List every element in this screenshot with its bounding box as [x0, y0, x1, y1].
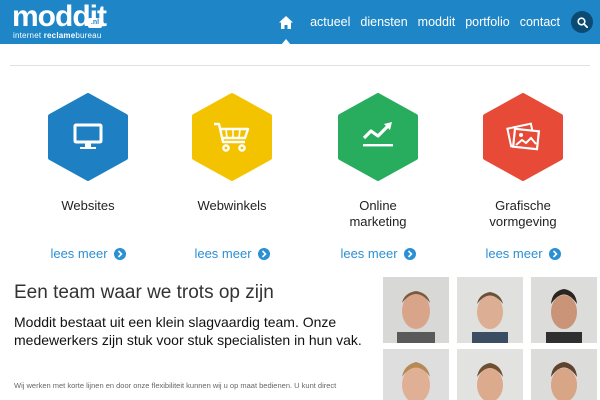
service-hexagon[interactable]	[190, 93, 274, 181]
service-webwinkels: Webwinkels lees meer	[172, 93, 292, 261]
team-member-photo[interactable]	[383, 277, 449, 343]
person-avatar-icon	[383, 349, 449, 400]
logo-badge: .nl	[88, 18, 102, 28]
team-member-photo[interactable]	[383, 349, 449, 400]
lees-meer-link[interactable]: lees meer	[172, 246, 292, 261]
lees-meer-link[interactable]: lees meer	[28, 246, 148, 261]
service-grafische-vormgeving: Grafische vormgeving lees meer	[463, 93, 583, 261]
lees-meer-link[interactable]: lees meer	[463, 246, 583, 261]
lees-meer-link[interactable]: lees meer	[318, 246, 438, 261]
chevron-right-icon	[113, 247, 126, 260]
main-nav: actueel diensten moddit portfolio contac…	[271, 0, 600, 45]
team-heading: Een team waar we trots op zijn	[14, 282, 274, 303]
team-member-photo[interactable]	[457, 349, 523, 400]
logo-wordmark: moddit	[12, 0, 107, 33]
team-member-photo[interactable]	[531, 277, 597, 343]
chevron-right-icon	[548, 247, 561, 260]
nav-diensten[interactable]: diensten	[355, 15, 412, 29]
team-member-photo[interactable]	[457, 277, 523, 343]
service-title: Grafische vormgeving	[489, 198, 557, 229]
search-button[interactable]	[571, 11, 593, 33]
nav-home[interactable]	[271, 0, 301, 45]
chevron-right-icon	[403, 247, 416, 260]
person-avatar-icon	[383, 277, 449, 343]
logo-tagline: internet reclamebureau	[13, 31, 102, 40]
service-hexagon[interactable]	[336, 93, 420, 181]
team-intro: Moddit bestaat uit een klein slagvaardig…	[14, 314, 362, 348]
site-header: moddit .nl internet reclamebureau actuee…	[0, 0, 600, 45]
site-logo[interactable]: moddit .nl internet reclamebureau	[12, 0, 108, 41]
person-avatar-icon	[531, 277, 597, 343]
nav-moddit[interactable]: moddit	[413, 15, 461, 29]
chevron-right-icon	[257, 247, 270, 260]
person-avatar-icon	[457, 277, 523, 343]
team-member-photo[interactable]	[531, 349, 597, 400]
home-icon	[279, 15, 294, 29]
search-icon	[576, 16, 588, 28]
service-title: Online marketing	[349, 198, 407, 229]
service-online-marketing: Online marketing lees meer	[318, 93, 438, 261]
nav-portfolio[interactable]: portfolio	[460, 15, 514, 29]
nav-actueel[interactable]: actueel	[305, 15, 355, 29]
person-avatar-icon	[457, 349, 523, 400]
team-body-text: Wij werken met korte lijnen en door onze…	[14, 381, 337, 390]
service-websites: Websites lees meer	[28, 93, 148, 261]
nav-contact[interactable]: contact	[515, 15, 565, 29]
service-title: Websites	[61, 198, 115, 213]
service-hexagon[interactable]	[481, 93, 565, 181]
service-hexagon[interactable]	[46, 93, 130, 181]
person-avatar-icon	[531, 349, 597, 400]
service-title: Webwinkels	[197, 198, 267, 213]
section-divider	[10, 65, 590, 66]
